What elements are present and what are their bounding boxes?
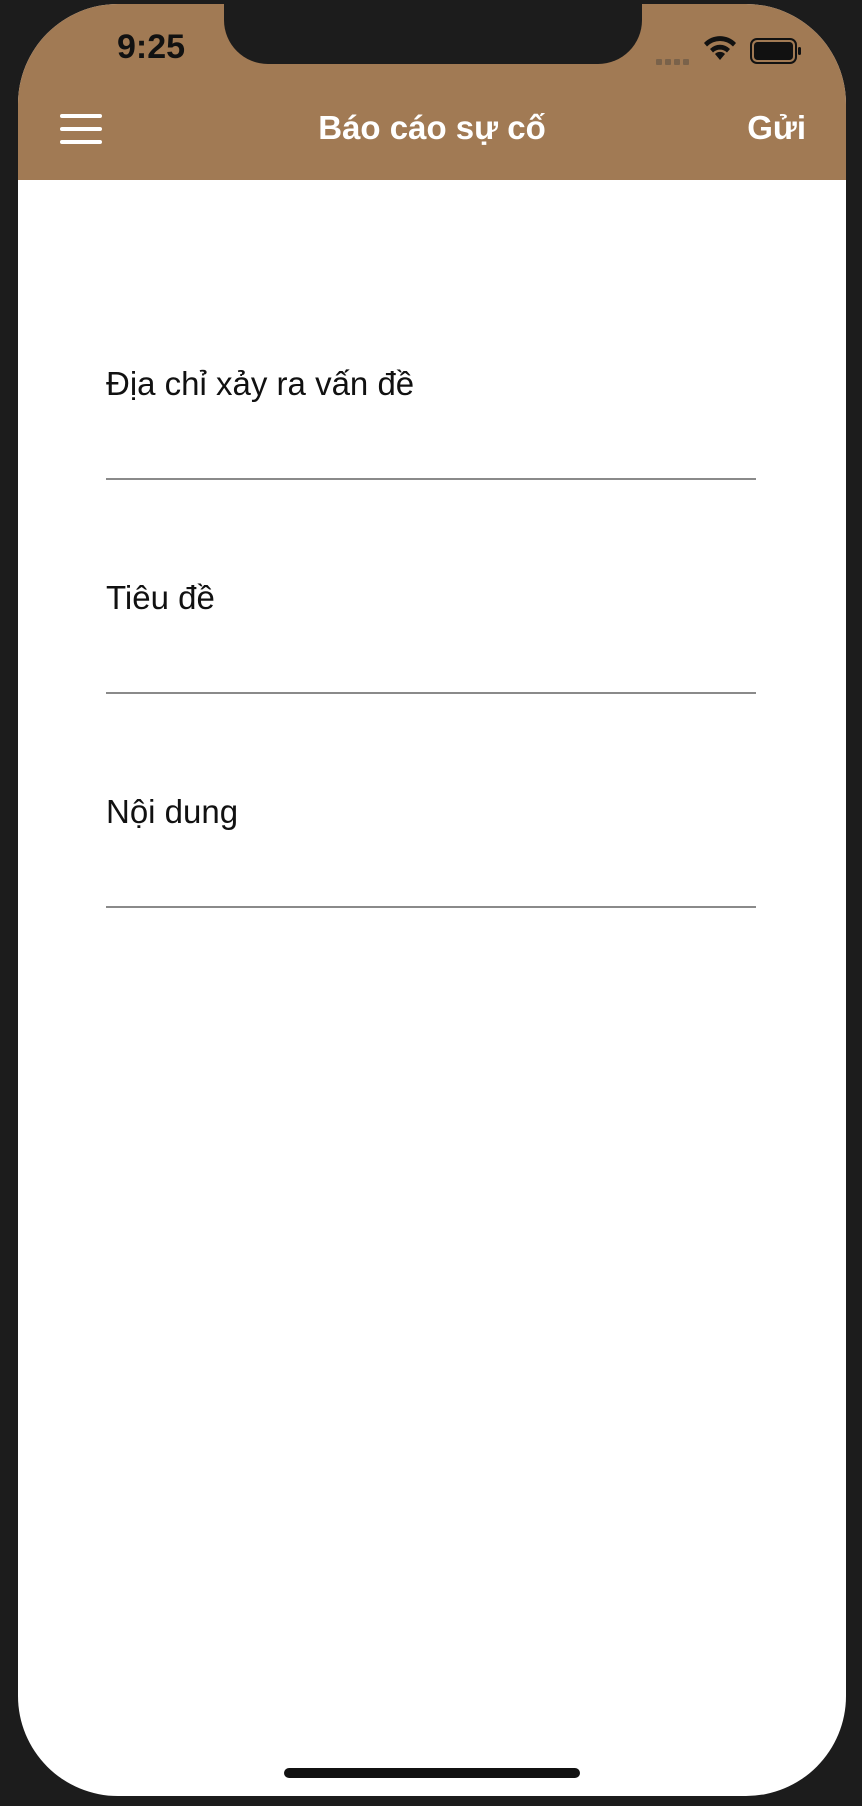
navigation-bar: Báo cáo sự cố Gửi (18, 94, 846, 180)
header-bar: 9:25 Báo cáo sự cố Gửi (18, 4, 846, 180)
content-input[interactable] (106, 854, 756, 908)
app-screen: 9:25 Báo cáo sự cố Gửi Địa chỉ xảy ra vấ… (18, 4, 846, 1796)
incident-report-form: Địa chỉ xảy ra vấn đề Tiêu đề Nội dung (106, 180, 758, 1004)
address-input[interactable] (106, 426, 756, 480)
content-field-label: Nội dung (106, 793, 239, 830)
status-time: 9:25 (116, 28, 186, 66)
hamburger-menu-icon[interactable] (60, 110, 104, 144)
content-field: Nội dung (106, 790, 758, 1004)
cellular-signal-icon (656, 52, 696, 65)
battery-icon (750, 38, 801, 64)
address-field-label: Địa chỉ xảy ra vấn đề (106, 365, 415, 402)
device-frame: 9:25 Báo cáo sự cố Gửi Địa chỉ xảy ra vấ… (0, 0, 862, 1806)
send-button[interactable]: Gửi (747, 104, 806, 152)
device-notch (224, 4, 642, 64)
title-input[interactable] (106, 640, 756, 694)
title-field-label: Tiêu đề (106, 579, 215, 616)
address-field: Địa chỉ xảy ra vấn đề (106, 362, 758, 576)
title-field: Tiêu đề (106, 576, 758, 790)
page-title: Báo cáo sự cố (318, 109, 546, 146)
home-indicator[interactable] (284, 1768, 580, 1778)
wifi-icon (704, 36, 736, 60)
